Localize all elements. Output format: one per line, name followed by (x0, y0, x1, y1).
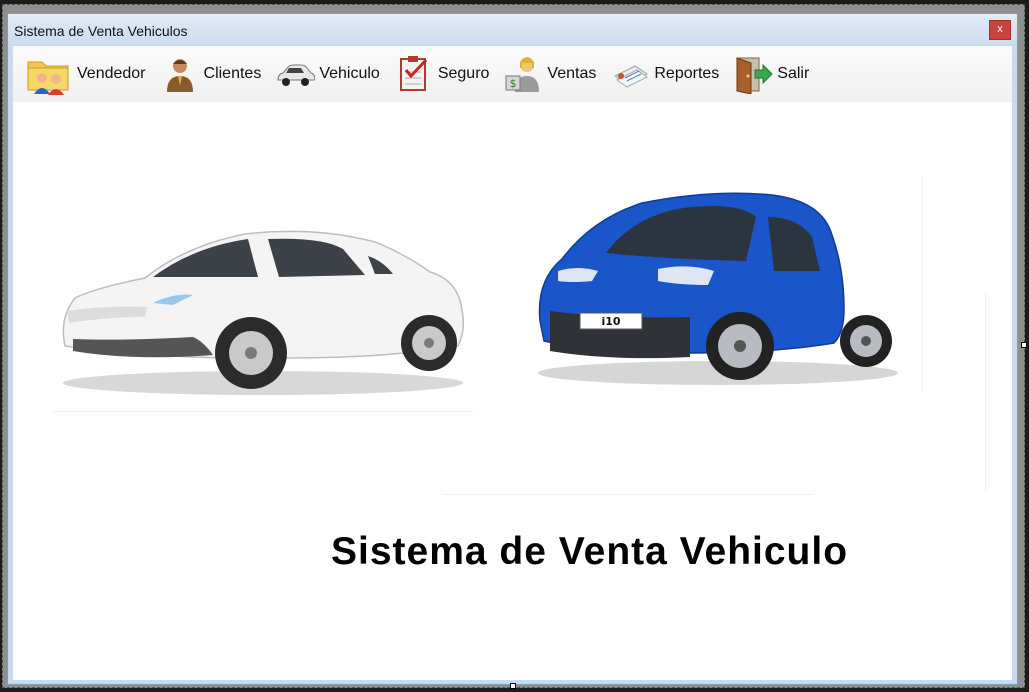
menu-item-ventas[interactable]: $ Ventas (497, 50, 604, 98)
panel-edge-line (53, 411, 473, 412)
exit-door-icon (736, 57, 773, 94)
menu-label-vehiculo: Vehiculo (319, 65, 380, 82)
car-icon (277, 64, 316, 86)
menu-label-vendedor: Vendedor (77, 65, 146, 82)
folder-users-icon (27, 61, 69, 95)
blue-hatchback-image: i10 (538, 192, 898, 385)
app-window: Sistema de Venta Vehiculos x Vendedor Cl… (7, 13, 1018, 685)
panel-edge-line (443, 494, 813, 495)
white-sedan-image (62, 230, 465, 395)
main-content: Vendedor Clientes Vehiculo Seguro $ Vent… (13, 46, 1012, 680)
menu-item-reportes[interactable]: Reportes (604, 50, 727, 98)
menu-label-reportes: Reportes (654, 65, 720, 82)
close-button[interactable]: x (989, 20, 1011, 40)
menu-item-vendedor[interactable]: Vendedor (19, 50, 154, 98)
title-bar[interactable]: Sistema de Venta Vehiculos x (8, 14, 1017, 44)
menu-label-ventas: Ventas (547, 65, 597, 82)
menu-label-seguro: Seguro (437, 65, 490, 82)
reports-icon (614, 65, 649, 88)
svg-text:$: $ (510, 77, 517, 90)
panel-edge-line (922, 176, 923, 391)
checklist-icon (399, 56, 427, 91)
menu-item-vehiculo[interactable]: Vehiculo (269, 50, 388, 98)
menu-label-clientes: Clientes (203, 65, 262, 82)
menu-item-seguro[interactable]: Seguro (388, 50, 498, 98)
person-icon (166, 59, 193, 92)
menu-label-salir: Salir (777, 65, 810, 82)
plate-text: i10 (601, 315, 620, 328)
resize-handle-bottom[interactable] (510, 683, 516, 689)
sales-person-icon: $ (505, 57, 540, 92)
window-title: Sistema de Venta Vehiculos (14, 23, 188, 39)
menu-bar: Vendedor Clientes Vehiculo Seguro $ Vent… (13, 46, 1012, 102)
resize-handle-right[interactable] (1021, 342, 1027, 348)
menu-item-clientes[interactable]: Clientes (154, 50, 270, 98)
page-title: Sistema de Venta Vehiculo (331, 530, 849, 573)
menu-item-salir[interactable]: Salir (727, 50, 817, 98)
panel-edge-line (985, 291, 986, 491)
